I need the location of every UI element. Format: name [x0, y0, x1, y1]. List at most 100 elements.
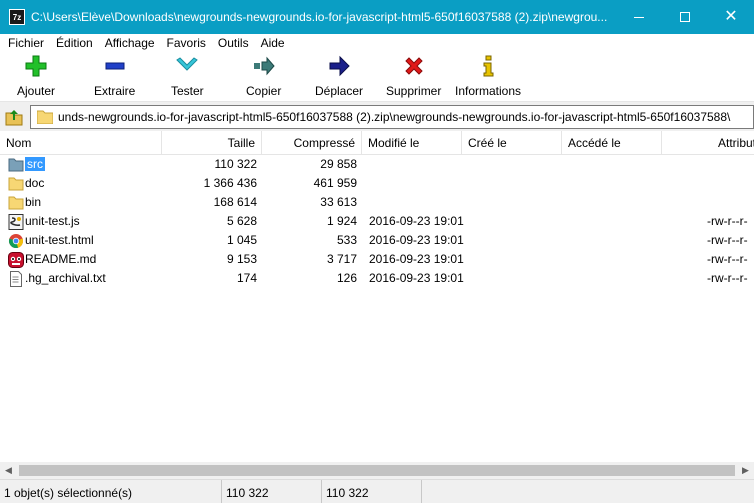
- file-packed: 3 717: [326, 252, 357, 266]
- close-icon: ✕: [724, 8, 738, 25]
- status-packed: 110 322: [322, 480, 422, 503]
- status-bar: 1 objet(s) sélectionné(s) 110 322 110 32…: [0, 479, 754, 503]
- path-text: unds-newgrounds.io-for-javascript-html5-…: [58, 110, 731, 124]
- info-icon: [483, 55, 494, 77]
- column-name[interactable]: Nom: [0, 131, 162, 155]
- menu-outils[interactable]: Outils: [218, 36, 249, 50]
- extract-button[interactable]: Extraire: [94, 54, 135, 98]
- minimize-icon: [634, 16, 644, 18]
- html-file-icon: [9, 234, 23, 248]
- text-file-icon: [10, 271, 22, 287]
- test-icon: [176, 57, 199, 71]
- menu-edition[interactable]: Édition: [56, 36, 93, 50]
- menu-favoris[interactable]: Favoris: [167, 36, 206, 50]
- menu-bar: Fichier Édition Affichage Favoris Outils…: [0, 34, 754, 52]
- path-field[interactable]: unds-newgrounds.io-for-javascript-html5-…: [30, 105, 754, 129]
- file-size: 110 322: [214, 157, 258, 171]
- file-attributes: -rw-r--r-: [707, 252, 748, 266]
- list-item[interactable]: unit-test.js 5 628 1 924 2016-09-23 19:0…: [0, 212, 754, 231]
- file-list: Nom Taille Compressé Modifié le Créé le …: [0, 131, 754, 462]
- add-button[interactable]: Ajouter: [17, 54, 55, 98]
- folder-icon: [8, 177, 24, 191]
- folder-icon: [37, 110, 53, 124]
- test-button[interactable]: Tester: [171, 54, 204, 98]
- file-size: 5 628: [226, 214, 257, 228]
- column-modified[interactable]: Modifié le: [362, 131, 462, 155]
- close-button[interactable]: ✕: [708, 0, 754, 34]
- maximize-button[interactable]: [662, 0, 708, 34]
- status-selection: 1 objet(s) sélectionné(s): [0, 480, 222, 503]
- js-file-icon: [8, 214, 24, 230]
- file-packed: 461 959: [313, 176, 357, 190]
- file-name: unit-test.html: [25, 233, 94, 247]
- column-created[interactable]: Créé le: [462, 131, 562, 155]
- file-name: doc: [25, 176, 45, 190]
- column-header: Nom Taille Compressé Modifié le Créé le …: [0, 131, 754, 155]
- folder-icon: [8, 196, 24, 210]
- file-name: src: [25, 157, 45, 171]
- scroll-left-icon[interactable]: ◀: [0, 462, 17, 479]
- list-item[interactable]: doc 1 366 436 461 959: [0, 174, 754, 193]
- info-button[interactable]: Informations: [455, 54, 521, 98]
- file-packed: 1 924: [326, 214, 357, 228]
- file-attributes: -rw-r--r-: [707, 233, 748, 247]
- folder-up-icon[interactable]: [4, 107, 24, 127]
- horizontal-scrollbar[interactable]: ◀ ▶: [0, 462, 754, 479]
- file-name: unit-test.js: [25, 214, 80, 228]
- menu-fichier[interactable]: Fichier: [8, 36, 44, 50]
- list-item[interactable]: .hg_archival.txt 174 126 2016-09-23 19:0…: [0, 269, 754, 288]
- list-item[interactable]: README.md 9 153 3 717 2016-09-23 19:01 -…: [0, 250, 754, 269]
- column-attributes[interactable]: Attribut: [662, 131, 754, 155]
- file-modified: 2016-09-23 19:01: [369, 252, 464, 266]
- md-file-icon: [8, 252, 24, 268]
- scrollbar-thumb[interactable]: [19, 465, 735, 476]
- test-label: Tester: [171, 84, 204, 98]
- app-icon: 7z: [9, 9, 25, 25]
- scroll-right-icon[interactable]: ▶: [737, 462, 754, 479]
- list-item[interactable]: unit-test.html 1 045 533 2016-09-23 19:0…: [0, 231, 754, 250]
- extract-icon: [105, 62, 125, 70]
- menu-aide[interactable]: Aide: [261, 36, 285, 50]
- minimize-button[interactable]: [616, 0, 662, 34]
- title-bar: 7z C:\Users\Elève\Downloads\newgrounds-n…: [0, 0, 754, 34]
- column-packed[interactable]: Compressé: [262, 131, 362, 155]
- delete-icon: [404, 57, 423, 75]
- column-accessed[interactable]: Accédé le: [562, 131, 662, 155]
- file-name: README.md: [25, 252, 97, 266]
- file-size: 1 366 436: [203, 176, 257, 190]
- menu-affichage[interactable]: Affichage: [105, 36, 155, 50]
- file-packed: 126: [336, 271, 357, 285]
- move-button[interactable]: Déplacer: [315, 54, 363, 98]
- address-bar: unds-newgrounds.io-for-javascript-html5-…: [0, 102, 754, 131]
- file-name: .hg_archival.txt: [25, 271, 106, 285]
- status-size: 110 322: [222, 480, 322, 503]
- move-label: Déplacer: [315, 84, 364, 98]
- file-packed: 29 858: [320, 157, 357, 171]
- file-size: 168 614: [213, 195, 257, 209]
- file-attributes: -rw-r--r-: [707, 271, 748, 285]
- file-size: 9 153: [226, 252, 257, 266]
- file-size: 174: [236, 271, 257, 285]
- file-name: bin: [25, 195, 42, 209]
- add-icon: [25, 55, 47, 77]
- extract-label: Extraire: [94, 84, 136, 98]
- file-modified: 2016-09-23 19:01: [369, 214, 464, 228]
- folder-icon: [8, 158, 24, 172]
- file-packed: 33 613: [320, 195, 357, 209]
- column-size[interactable]: Taille: [162, 131, 262, 155]
- file-attributes: -rw-r--r-: [707, 214, 748, 228]
- window-title: C:\Users\Elève\Downloads\newgrounds-newg…: [31, 10, 608, 24]
- toolbar: Ajouter Extraire Tester Copier Déplacer …: [0, 52, 754, 102]
- maximize-icon: [680, 12, 690, 22]
- window-controls: ✕: [616, 0, 754, 34]
- copy-icon: [253, 56, 275, 76]
- copy-button[interactable]: Copier: [246, 54, 281, 98]
- file-packed: 533: [336, 233, 357, 247]
- info-label: Informations: [455, 84, 522, 98]
- delete-button[interactable]: Supprimer: [386, 54, 441, 98]
- list-item[interactable]: src 110 322 29 858: [0, 155, 754, 174]
- copy-label: Copier: [246, 84, 282, 98]
- list-item[interactable]: bin 168 614 33 613: [0, 193, 754, 212]
- add-label: Ajouter: [17, 84, 56, 98]
- move-icon: [329, 55, 350, 77]
